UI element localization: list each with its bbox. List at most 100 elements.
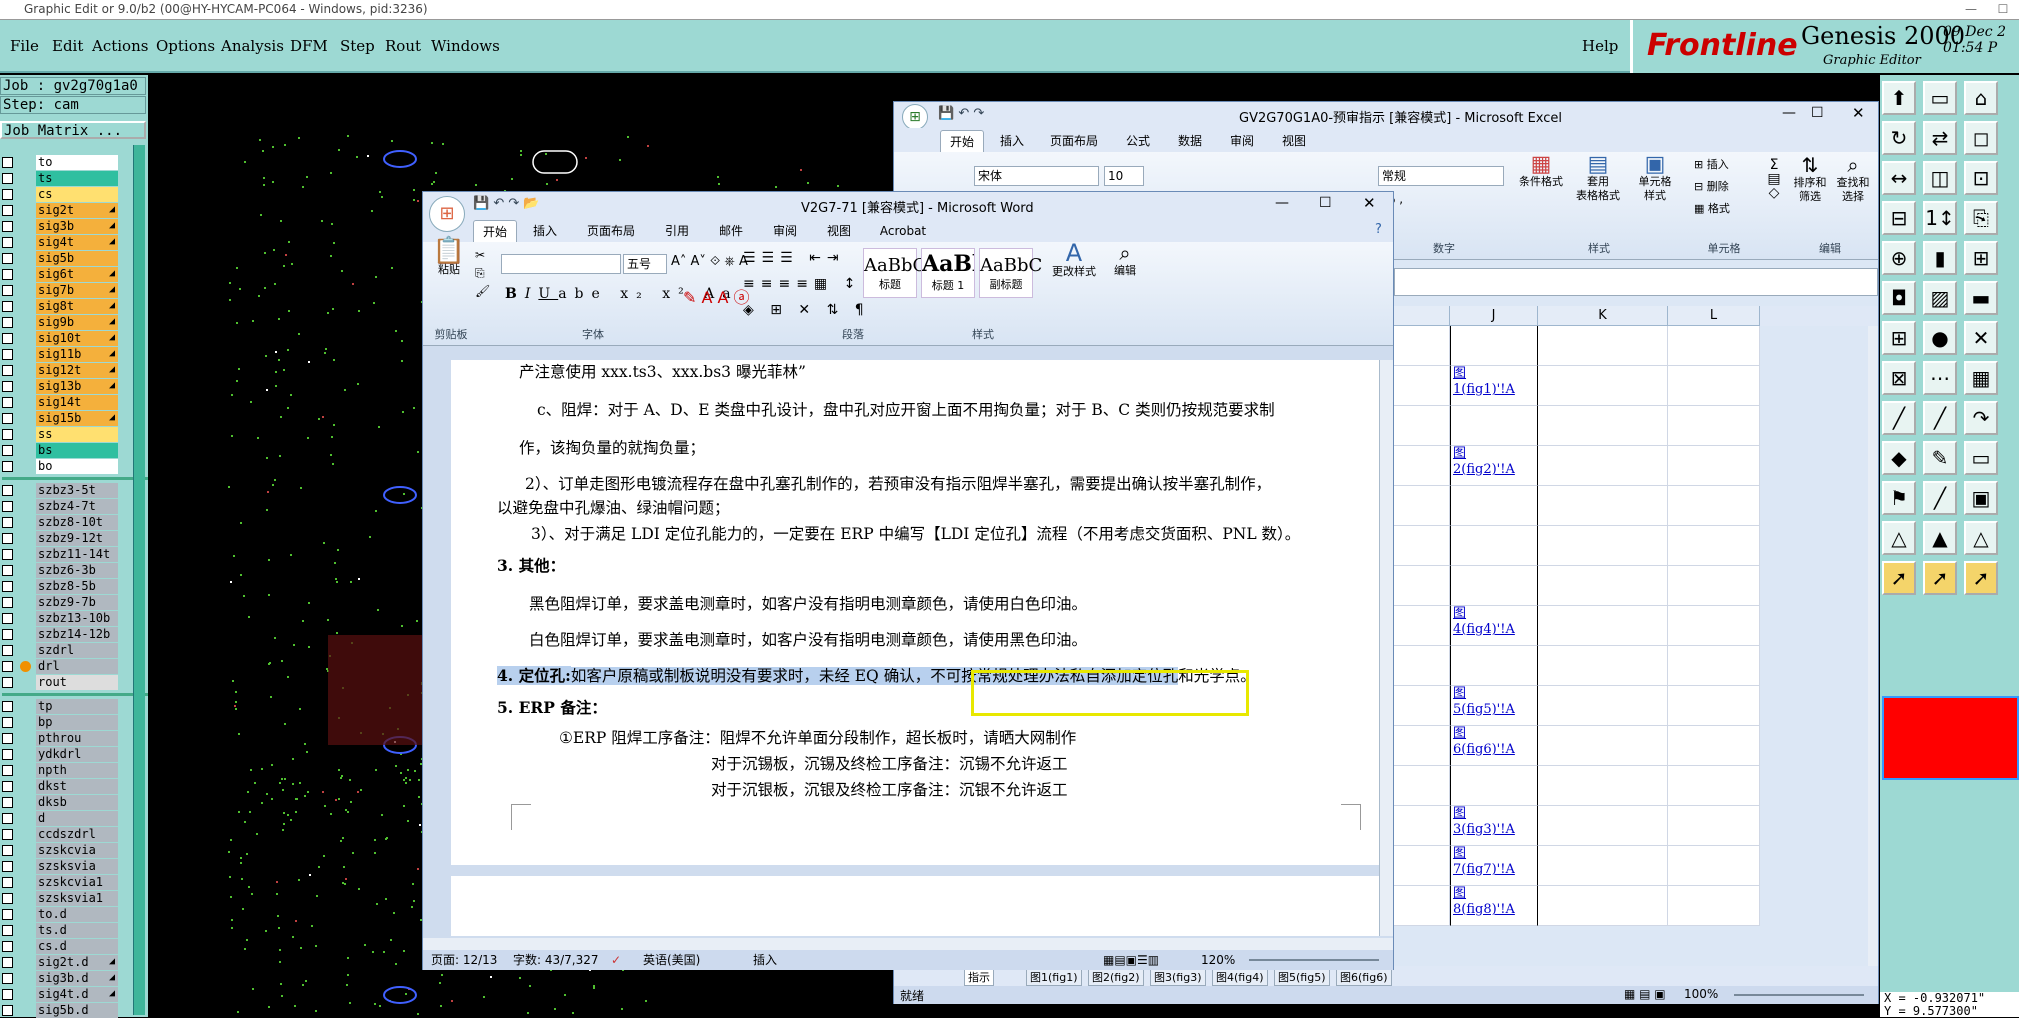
layer-row[interactable]: ydkdrl <box>2 747 118 762</box>
align-icons[interactable]: ≡≡≡≡▦ ↕ <box>743 276 861 292</box>
style-title[interactable]: AaBbC 标题 <box>863 248 926 298</box>
cond-format-button[interactable]: ▦ 条件格式 <box>1518 154 1564 189</box>
layer-checkbox[interactable] <box>2 445 13 456</box>
layer-checkbox[interactable] <box>2 189 13 200</box>
layer-checkbox[interactable] <box>2 461 13 472</box>
tool-button-icon[interactable]: ✕ <box>1964 321 1998 355</box>
layer-checkbox[interactable] <box>2 173 13 184</box>
layer-name[interactable]: sig5b <box>36 251 118 266</box>
tool-button-icon[interactable]: ● <box>1923 321 1957 355</box>
layer-checkbox[interactable] <box>2 597 13 608</box>
menu-options[interactable]: Options <box>156 37 215 55</box>
office-button-icon[interactable]: ⊞ <box>902 104 928 130</box>
tool-button-icon[interactable]: ↻ <box>1882 121 1916 155</box>
layer-checkbox[interactable] <box>2 157 13 168</box>
layer-row[interactable]: szbz13-10b <box>2 611 118 626</box>
layer-checkbox[interactable] <box>2 973 13 984</box>
tool-button-icon[interactable]: ╱ <box>1923 481 1957 515</box>
layer-checkbox[interactable] <box>2 565 13 576</box>
layer-name[interactable]: sig3b <box>36 219 118 234</box>
layer-row[interactable]: sig12t ◢ <box>2 363 118 378</box>
list-icons[interactable]: ☰☰☰ ⇤⇥ <box>743 250 845 266</box>
tool-button-icon[interactable]: ▮ <box>1923 241 1957 275</box>
layer-row[interactable]: szbz9-7b <box>2 595 118 610</box>
sheet-tab[interactable]: 图6(fig6) <box>1336 968 1392 986</box>
layer-row[interactable]: sig10t ◢ <box>2 331 118 346</box>
layer-row[interactable]: cs <box>2 187 118 202</box>
table-cell[interactable] <box>1668 606 1760 646</box>
word-tab-insert[interactable]: 插入 <box>527 220 563 242</box>
layer-name[interactable]: d <box>36 811 118 826</box>
layer-checkbox[interactable] <box>2 957 13 968</box>
excel-number-format[interactable]: 常规 <box>1378 166 1504 186</box>
layer-checkbox[interactable] <box>2 989 13 1000</box>
menu-windows[interactable]: Windows <box>431 37 500 55</box>
layer-name[interactable]: cs.d <box>36 939 118 954</box>
menu-analysis[interactable]: Analysis <box>221 37 284 55</box>
layer-checkbox[interactable] <box>2 733 13 744</box>
sheet-tab[interactable]: 图1(fig1) <box>1026 968 1082 986</box>
layer-name[interactable]: szbz14-12b <box>36 627 118 642</box>
sheet-tab[interactable]: 图2(fig2) <box>1088 968 1144 986</box>
layer-checkbox[interactable] <box>2 1005 13 1016</box>
layer-row[interactable]: szbz9-12t <box>2 531 118 546</box>
layer-row[interactable]: sig5b <box>2 251 118 266</box>
table-cell[interactable] <box>1668 766 1760 806</box>
layer-name[interactable]: bo <box>36 459 118 474</box>
table-cell[interactable] <box>1668 806 1760 846</box>
tool-button-icon[interactable]: ╱ <box>1882 401 1916 435</box>
layer-name[interactable]: sig15b <box>36 411 118 426</box>
tool-button-icon[interactable]: 1↕ <box>1923 201 1957 235</box>
layer-row[interactable]: drl <box>2 659 118 674</box>
layer-name[interactable]: szbz9-7b <box>36 595 118 610</box>
cell-style-button[interactable]: ▣ 单元格 样式 <box>1632 154 1678 203</box>
excel-tab-layout[interactable]: 页面布局 <box>1044 130 1104 152</box>
menu-step[interactable]: Step <box>340 37 375 55</box>
layer-name[interactable]: ts.d <box>36 923 118 938</box>
layer-name[interactable]: ccdszdrl <box>36 827 118 842</box>
table-cell[interactable]: 图 6(fig6)'!A <box>1450 726 1538 766</box>
table-cell[interactable]: 图 1(fig1)'!A <box>1450 366 1538 406</box>
tool-button-icon[interactable]: ▨ <box>1923 281 1957 315</box>
hyperlink-cell[interactable]: 图 8(fig8)'!A <box>1451 886 1537 918</box>
table-cell[interactable] <box>1450 486 1538 526</box>
layer-row[interactable]: cs.d <box>2 939 118 954</box>
table-cell[interactable] <box>1538 646 1668 686</box>
table-cell[interactable] <box>1450 646 1538 686</box>
tool-button-icon[interactable]: ➚ <box>1923 561 1957 595</box>
table-cell[interactable] <box>1538 766 1668 806</box>
layer-checkbox[interactable] <box>2 317 13 328</box>
layer-row[interactable]: sig14t <box>2 395 118 410</box>
table-cell[interactable] <box>1538 806 1668 846</box>
layer-scrollbar[interactable] <box>133 145 145 1015</box>
sum-icon[interactable]: Σ ▤ ◇ <box>1762 158 1786 200</box>
layer-row[interactable]: sig2t.d ◢ <box>2 955 118 970</box>
layer-row[interactable]: sig3b ◢ <box>2 219 118 234</box>
layer-checkbox[interactable] <box>2 749 13 760</box>
table-cell[interactable] <box>1538 566 1668 606</box>
table-cell[interactable] <box>1538 686 1668 726</box>
word-zoom-slider[interactable] <box>1249 959 1379 961</box>
layer-checkbox[interactable] <box>2 237 13 248</box>
font-color-icon[interactable]: ✎ A A ⓐ <box>683 284 750 308</box>
column-header[interactable]: J <box>1450 306 1538 326</box>
tool-button-icon[interactable]: ⇄ <box>1923 121 1957 155</box>
sheet-tab[interactable]: 图4(fig4) <box>1212 968 1268 986</box>
layer-row[interactable]: szskcvia1 <box>2 875 118 890</box>
layer-checkbox[interactable] <box>2 533 13 544</box>
layer-checkbox[interactable] <box>2 701 13 712</box>
tool-button-icon[interactable]: ⚑ <box>1882 481 1916 515</box>
tool-button-icon[interactable]: ⊟ <box>1882 201 1916 235</box>
word-font-name[interactable] <box>501 254 621 274</box>
layer-checkbox[interactable] <box>2 829 13 840</box>
layer-row[interactable]: sig8t ◢ <box>2 299 118 314</box>
sheet-tab[interactable]: 图3(fig3) <box>1150 968 1206 986</box>
word-font-size[interactable]: 五号 <box>623 254 667 274</box>
table-cell[interactable] <box>1538 406 1668 446</box>
layer-checkbox[interactable] <box>2 861 13 872</box>
tool-button-icon[interactable]: △ <box>1964 521 1998 555</box>
hyperlink-cell[interactable]: 图 5(fig5)'!A <box>1451 686 1537 718</box>
word-office-button-icon[interactable]: ⊞ <box>429 196 465 232</box>
word-hscroll[interactable] <box>423 938 1393 950</box>
layer-checkbox[interactable] <box>2 781 13 792</box>
